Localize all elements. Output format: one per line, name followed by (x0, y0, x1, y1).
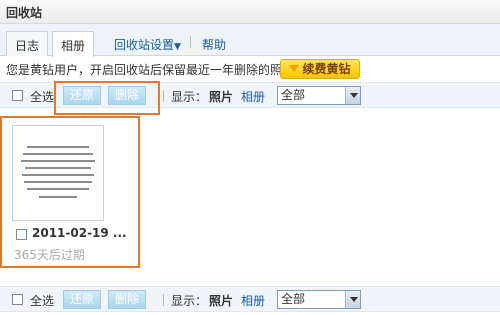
tab-album[interactable]: 相册 (52, 31, 95, 57)
display-photo-option[interactable]: 照片 (209, 88, 233, 105)
display-label-bottom: 显示： (171, 294, 208, 308)
thumbnail-text-line (25, 167, 91, 169)
select-all-label: 全选 (30, 90, 55, 104)
filter-select-bottom[interactable]: 全部 (277, 290, 361, 309)
title-bar: 回收站 (0, 0, 500, 24)
thumbnail-text-line (27, 188, 89, 190)
page-title: 回收站 (6, 6, 43, 20)
display-album-option[interactable]: 相册 (241, 88, 265, 105)
dropdown-arrow-icon (345, 291, 360, 308)
thumbnail-text-line (22, 174, 94, 176)
diamond-icon (289, 65, 300, 72)
renew-yellow-diamond-button[interactable]: 续费黄钻 (280, 59, 360, 79)
filter-select[interactable]: 全部 (277, 86, 361, 105)
caret-down-icon: ▼ (174, 42, 181, 52)
thumbnail-text-line (39, 196, 77, 198)
info-row: 您是黄钻用户，开启回收站后保留最近一年删除的照片 续费黄钻 (0, 58, 500, 80)
filter-select-value-bottom: 全部 (281, 292, 306, 306)
tab-diary[interactable]: 日志 (6, 31, 49, 56)
delete-button[interactable]: 删除 (108, 86, 146, 105)
photo-thumbnail[interactable] (12, 125, 104, 221)
thumbnail-text-line (24, 181, 92, 183)
photo-checkbox[interactable] (16, 229, 27, 240)
display-photo-option-bottom[interactable]: 照片 (209, 292, 233, 309)
delete-button-bottom[interactable]: 删除 (108, 290, 146, 309)
display-label: 显示： (171, 90, 208, 104)
thumbnail-text-line (27, 146, 89, 148)
yellow-diamond-message: 您是黄钻用户，开启回收站后保留最近一年删除的照片 (6, 63, 295, 77)
toolbar-top: 全选 还原 删除 显示： 照片 相册 全部 (0, 82, 500, 108)
select-all-checkbox-bottom[interactable] (12, 294, 23, 305)
toolbar-divider-bottom (163, 294, 164, 306)
tab-recycle-settings-label: 回收站设置 (114, 38, 175, 52)
recycle-bin-page: 回收站 日志 相册 回收站设置▼ 帮助 您是黄钻用户，开启回收站后保留最近一年删… (0, 0, 500, 315)
toolbar-bottom: 全选 还原 删除 显示： 照片 相册 全部 (0, 286, 500, 312)
thumbnail-text-line (23, 153, 93, 155)
tab-divider (190, 36, 191, 48)
photo-date: 2011-02-19 ... (32, 226, 127, 240)
restore-button-bottom[interactable]: 还原 (63, 290, 101, 309)
filter-select-value: 全部 (281, 88, 306, 102)
restore-button[interactable]: 还原 (63, 86, 101, 105)
tab-help[interactable]: 帮助 (194, 31, 234, 56)
select-all-label-bottom: 全选 (30, 294, 55, 308)
display-album-option-bottom[interactable]: 相册 (241, 292, 265, 309)
photo-expiry: 365天后过期 (14, 248, 85, 262)
tab-recycle-settings[interactable]: 回收站设置▼ (106, 31, 189, 56)
toolbar-divider (163, 90, 164, 102)
dropdown-arrow-icon (345, 87, 360, 104)
select-all-checkbox[interactable] (12, 90, 23, 101)
renew-label: 续费黄钻 (302, 62, 351, 76)
thumbnail-text-line (21, 160, 95, 162)
tab-bar: 日志 相册 回收站设置▼ 帮助 (0, 24, 500, 57)
